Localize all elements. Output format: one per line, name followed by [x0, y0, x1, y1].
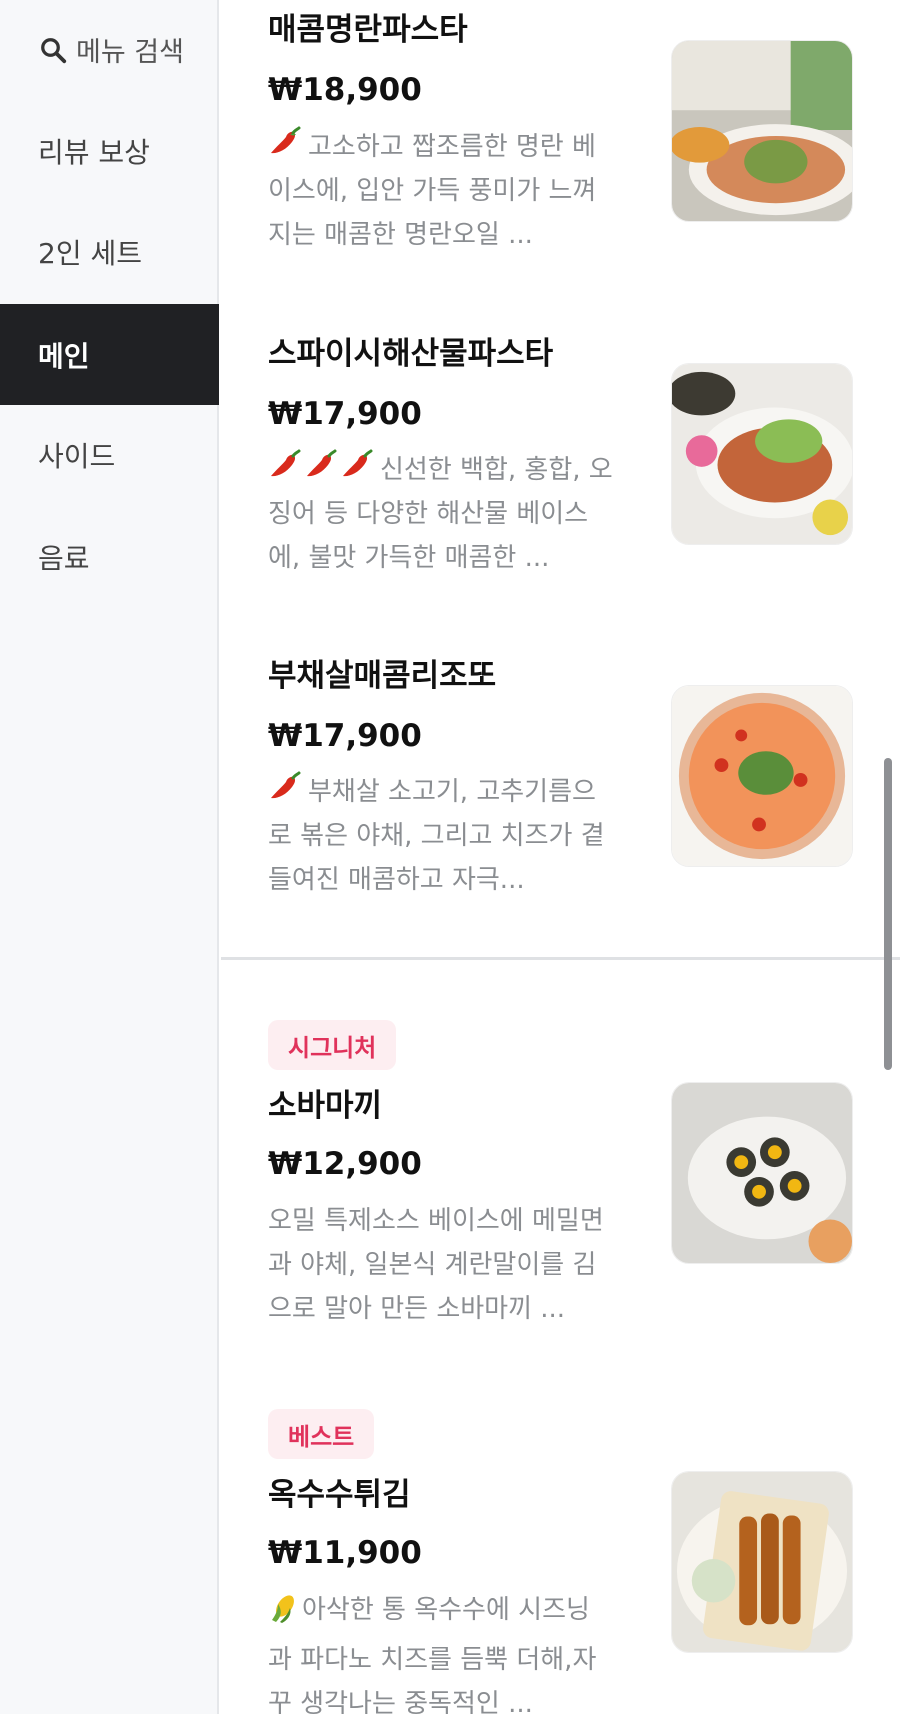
menu-item-name: 부채살매콤리조또	[268, 658, 497, 694]
spicy-risotto-photo	[671, 685, 853, 867]
menu-item-description: 고소하고 짭조름한 명란 베이스에, 입안 가득 풍미가 느껴지는 매콤한 명란…	[268, 125, 613, 257]
chili-pepper-icon	[268, 449, 374, 483]
menu-item-card[interactable]: 베스트 옥수수튀김 ₩11,900 아삭한 통 옥수수에 시즈닝과 파다노 치즈…	[221, 1390, 900, 1714]
soba-maki-photo	[671, 1082, 853, 1264]
category-sidebar: 메뉴 검색 리뷰 보상 2인 세트 메인 사이드 음료	[0, 0, 219, 1714]
menu-item-price: ₩17,900	[268, 396, 422, 432]
menu-item-card[interactable]: 부채살매콤리조또 ₩17,900 부채살 소고기, 고추기름으로 볶은 야채, …	[221, 640, 900, 940]
description-text: 아삭한 통 옥수수에 시즈닝과 파다노 치즈를 듬뿍 더해,자꾸 생각나는 중독…	[268, 1595, 597, 1714]
menu-item-card[interactable]: 시그니처 소바마끼 ₩12,900 오밀 특제소스 베이스에 메밀면과 야체, …	[221, 1000, 900, 1340]
menu-item-price: ₩17,900	[268, 718, 422, 754]
fried-corn-photo	[671, 1471, 853, 1653]
sidebar-item-label: 2인 세트	[38, 236, 142, 270]
menu-search-button[interactable]: 메뉴 검색	[38, 30, 184, 69]
menu-screen: 메뉴 검색 리뷰 보상 2인 세트 메인 사이드 음료 매콤명란파스타 ₩18,…	[0, 0, 900, 1714]
sidebar-item-review-reward[interactable]: 리뷰 보상	[0, 100, 219, 201]
description-text: 고소하고 짭조름한 명란 베이스에, 입안 가득 풍미가 느껴지는 매콤한 명란…	[268, 132, 597, 250]
sidebar-item-label: 음료	[38, 541, 90, 575]
menu-item-price: ₩12,900	[268, 1146, 422, 1182]
scrollbar-thumb[interactable]	[884, 758, 892, 1070]
sidebar-item-2-person-set[interactable]: 2인 세트	[0, 201, 219, 302]
menu-item-description: 오밀 특제소스 베이스에 메밀면과 야체, 일본식 계란말이를 김으로 말아 만…	[268, 1199, 613, 1331]
menu-list: 매콤명란파스타 ₩18,900 고소하고 짭조름한 명란 베이스에, 입안 가득…	[221, 0, 900, 1714]
menu-item-name: 스파이시해산물파스타	[268, 336, 554, 372]
menu-item-card[interactable]: 매콤명란파스타 ₩18,900 고소하고 짭조름한 명란 베이스에, 입안 가득…	[221, 0, 900, 300]
sidebar-item-side[interactable]: 사이드	[0, 404, 219, 505]
menu-item-name: 옥수수튀김	[268, 1477, 411, 1513]
chili-pepper-icon	[268, 126, 302, 160]
corn-icon	[268, 1592, 300, 1638]
sidebar-item-main[interactable]: 메인	[0, 304, 219, 405]
description-text: 부채살 소고기, 고추기름으로 볶은 야채, 그리고 치즈가 곁들여진 매콤하고…	[268, 777, 605, 895]
menu-item-card[interactable]: 스파이시해산물파스타 ₩17,900 신선한 백합, 홍합, 오징어 등 다양한…	[221, 320, 900, 620]
search-label: 메뉴 검색	[76, 37, 184, 68]
menu-item-description: 신선한 백합, 홍합, 오징어 등 다양한 해산물 베이스에, 불맛 가득한 매…	[268, 448, 613, 580]
menu-item-description: 아삭한 통 옥수수에 시즈닝과 파다노 치즈를 듬뿍 더해,자꾸 생각나는 중독…	[268, 1588, 613, 1714]
spicy-mentaiko-pasta-photo	[671, 40, 853, 222]
search-icon	[38, 35, 68, 65]
sidebar-item-label: 메인	[38, 339, 90, 373]
menu-item-name: 매콤명란파스타	[268, 12, 468, 48]
menu-item-price: ₩11,900	[268, 1535, 422, 1571]
sidebar-item-label: 리뷰 보상	[38, 135, 150, 169]
menu-item-price: ₩18,900	[268, 72, 422, 108]
badge-signature: 시그니처	[268, 1020, 397, 1070]
spicy-seafood-pasta-photo	[671, 363, 853, 545]
menu-item-description: 부채살 소고기, 고추기름으로 볶은 야채, 그리고 치즈가 곁들여진 매콤하고…	[268, 770, 613, 902]
badge-best: 베스트	[268, 1409, 375, 1459]
chili-pepper-icon	[268, 771, 302, 805]
description-text: 오밀 특제소스 베이스에 메밀면과 야체, 일본식 계란말이를 김으로 말아 만…	[268, 1206, 604, 1324]
sidebar-item-label: 사이드	[38, 439, 116, 473]
sidebar-item-drinks[interactable]: 음료	[0, 506, 219, 607]
menu-item-name: 소바마끼	[268, 1088, 383, 1124]
section-divider	[221, 957, 900, 960]
